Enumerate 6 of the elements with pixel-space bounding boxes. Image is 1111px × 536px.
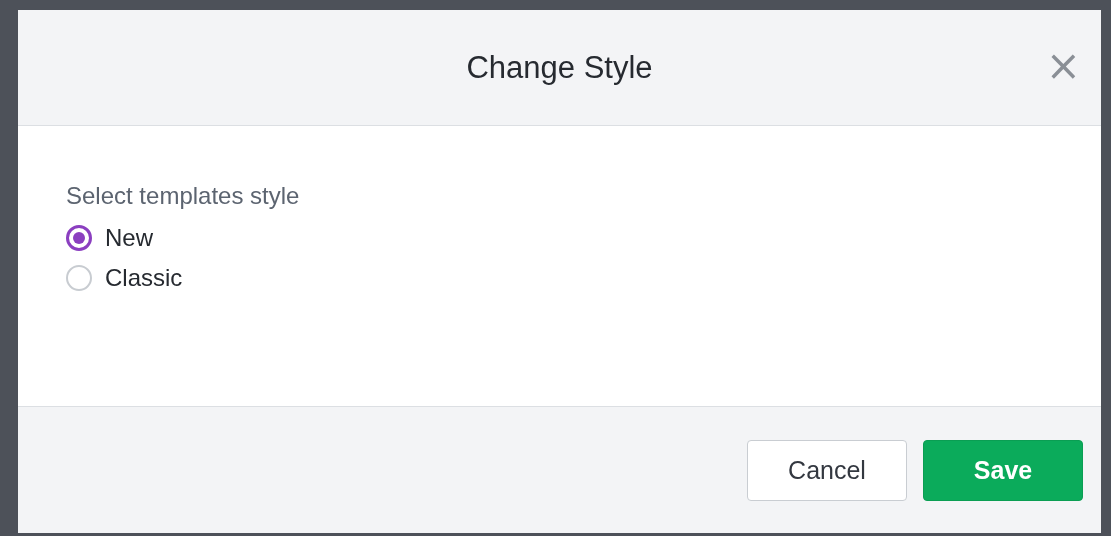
radio-option[interactable]: Classic — [66, 264, 183, 292]
dialog-title: Change Style — [466, 49, 653, 86]
cancel-button[interactable]: Cancel — [747, 439, 907, 501]
radio-button[interactable] — [66, 225, 92, 251]
radio-option[interactable]: New — [66, 224, 153, 252]
group-label: Select templates style — [66, 182, 300, 210]
